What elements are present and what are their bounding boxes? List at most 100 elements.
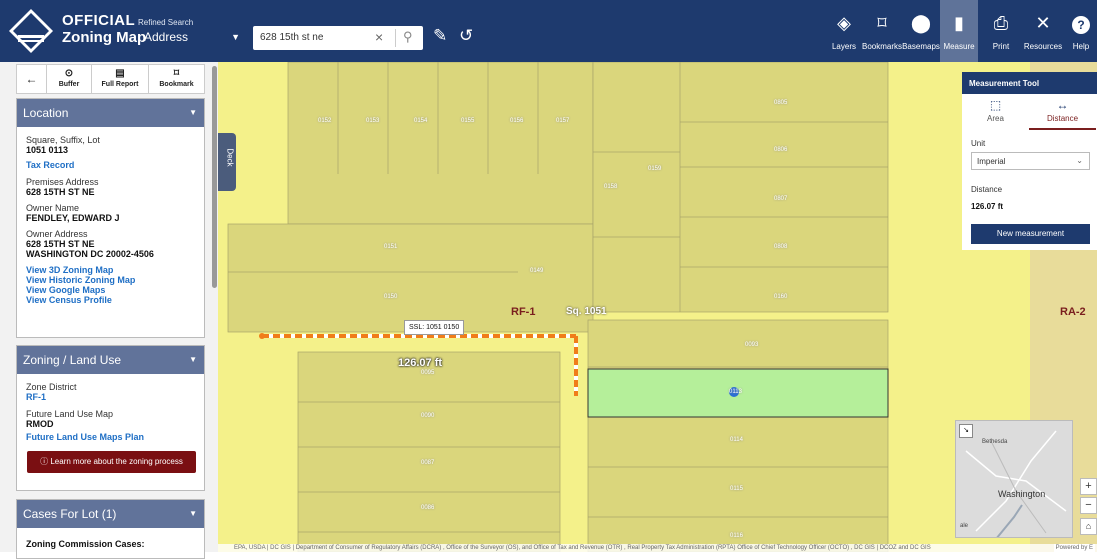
nav-layers[interactable]: ◈ Layers xyxy=(826,0,862,62)
unit-label: Unit xyxy=(971,139,986,148)
chevron-down-icon: ▼ xyxy=(189,509,197,518)
buffer-button[interactable]: ⊙ Buffer xyxy=(47,65,92,93)
location-pin-icon: ⬤ xyxy=(910,13,932,33)
lot-label: 0807 xyxy=(774,196,788,202)
lot-label: 0154 xyxy=(414,118,428,124)
unit-value: Imperial xyxy=(977,157,1006,166)
measurement-label: 126.07 ft xyxy=(398,357,443,369)
home-icon: ⌂ xyxy=(1085,521,1092,531)
full-report-button[interactable]: ▤ Full Report xyxy=(92,65,149,93)
lot-label: 0156 xyxy=(510,118,524,124)
lot-label: 0805 xyxy=(774,100,788,106)
zone-district-label: Zone District xyxy=(26,382,77,392)
zoom-in-button[interactable]: + xyxy=(1080,478,1097,495)
clear-icon[interactable]: × xyxy=(375,29,383,45)
nav-print[interactable]: ⎙ Print xyxy=(984,0,1018,62)
square-label: Sq. 1051 xyxy=(566,306,607,317)
deck-toggle[interactable]: Deck xyxy=(218,133,236,191)
ssl-value: 1051 0113 xyxy=(26,145,69,155)
zone-label-rf1: RF-1 xyxy=(511,306,536,318)
new-measurement-button[interactable]: New measurement xyxy=(971,224,1090,244)
owner-value: FENDLEY, EDWARD J xyxy=(26,213,120,223)
edit-icon[interactable]: ✎ xyxy=(433,26,447,46)
chevron-down-icon: ▼ xyxy=(231,32,240,42)
lot-label: 0155 xyxy=(461,118,475,124)
help-icon: ? xyxy=(1072,16,1090,34)
owner-label: Owner Name xyxy=(26,203,80,213)
lot-label: 0087 xyxy=(421,460,435,466)
unit-select[interactable]: Imperial ⌄ xyxy=(971,152,1090,170)
back-button[interactable]: ← xyxy=(17,65,47,93)
nav-basemaps[interactable]: ⬤ Basemaps xyxy=(902,0,940,62)
search-query[interactable]: 628 15th st ne xyxy=(260,32,323,43)
bookmark-label: Bookmark xyxy=(159,81,194,88)
lot-label: 0151 xyxy=(384,244,398,250)
layers-icon: ◈ xyxy=(837,13,851,33)
history-icon[interactable]: ↺ xyxy=(459,26,473,46)
lot-label: 0095 xyxy=(421,370,435,376)
lot-label: 0086 xyxy=(421,505,435,511)
lot-label: 0114 xyxy=(730,437,743,443)
search-type-select[interactable]: Address ▼ xyxy=(138,27,246,49)
nav-label: Layers xyxy=(831,42,856,51)
sidebar-scrollbar[interactable] xyxy=(212,66,217,288)
location-title: Location xyxy=(23,106,69,120)
nav-help[interactable]: ? Help xyxy=(1066,0,1096,62)
view-3d-zoning-link[interactable]: View 3D Zoning Map xyxy=(26,265,204,275)
deck-label: Deck xyxy=(225,148,235,167)
view-historic-zoning-link[interactable]: View Historic Zoning Map xyxy=(26,275,204,285)
nav-label: Help xyxy=(1072,42,1090,51)
flum-plan-link[interactable]: Future Land Use Maps Plan xyxy=(26,432,204,442)
view-census-profile-link[interactable]: View Census Profile xyxy=(26,295,204,305)
overview-toggle[interactable]: ↘ xyxy=(959,424,973,438)
tab-area-label: Area xyxy=(987,114,1004,123)
zone-label-ra2: RA-2 xyxy=(1060,306,1086,318)
cases-panel: Cases For Lot (1) ▼ Zoning Commission Ca… xyxy=(16,499,205,559)
bookmark-button[interactable]: ⌑ Bookmark xyxy=(149,65,204,93)
flum-value: RMOD xyxy=(26,419,54,429)
tab-distance-label: Distance xyxy=(1046,114,1079,123)
top-bar: OFFICIAL Zoning Map Refined Search Addre… xyxy=(0,0,1097,62)
measurement-tool-panel: Measurement Tool ⬚ Area ↔ Distance Unit … xyxy=(962,72,1097,250)
lot-label: 0806 xyxy=(774,147,788,153)
lot-label: 0153 xyxy=(366,118,380,124)
view-google-maps-link[interactable]: View Google Maps xyxy=(26,285,204,295)
learn-more-label: Learn more about the zoning process xyxy=(50,457,183,466)
zoning-panel: Zoning / Land Use ▼ Zone District RF-1 F… xyxy=(16,345,205,491)
nav-measure[interactable]: ▮ Measure xyxy=(940,0,978,62)
nav-label: Resources xyxy=(1023,42,1063,51)
search-input[interactable]: 628 15th st ne × ⚲ xyxy=(253,26,423,50)
zoning-panel-header[interactable]: Zoning / Land Use ▼ xyxy=(17,346,204,374)
overview-roads xyxy=(965,430,1067,537)
search-icon[interactable]: ⚲ xyxy=(403,29,413,45)
measurement-tool-title: Measurement Tool xyxy=(962,72,1097,94)
printer-icon: ⎙ xyxy=(993,13,1009,33)
tax-record-link[interactable]: Tax Record xyxy=(26,160,204,170)
lot-label: 0808 xyxy=(774,244,788,250)
app-title-line1: OFFICIAL xyxy=(62,12,136,29)
cases-panel-header[interactable]: Cases For Lot (1) ▼ xyxy=(17,500,204,528)
refined-search-label: Refined Search xyxy=(138,18,194,27)
premises-value: 628 15TH ST NE xyxy=(26,187,95,197)
nav-bookmarks[interactable]: ⌑ Bookmarks xyxy=(862,0,902,62)
zone-district-link[interactable]: RF-1 xyxy=(26,392,204,402)
zoom-out-button[interactable]: − xyxy=(1080,497,1097,514)
powered-by: Powered by E xyxy=(1053,544,1095,552)
app-title-line2: Zoning Map xyxy=(62,29,147,46)
overview-map[interactable]: ↘ Bethesda Washington ale xyxy=(955,420,1073,538)
lot-label: 0158 xyxy=(604,184,618,190)
flum-label: Future Land Use Map xyxy=(26,409,114,419)
lot-label: 0090 xyxy=(421,413,435,419)
learn-more-button[interactable]: ⓘ Learn more about the zoning process xyxy=(27,451,196,473)
nav-resources[interactable]: ✕ Resources xyxy=(1022,0,1064,62)
report-icon: ▤ xyxy=(115,68,125,79)
tab-area[interactable]: ⬚ Area xyxy=(962,96,1029,130)
location-panel-header[interactable]: Location ▼ xyxy=(17,99,204,127)
bookmark-icon: ⌑ xyxy=(173,68,180,79)
arrow-left-icon: ← xyxy=(25,72,38,86)
lot-label: 0149 xyxy=(530,268,544,274)
home-button[interactable]: ⌂ xyxy=(1080,518,1097,535)
nav-label: Measure xyxy=(943,42,975,51)
dcoz-logo[interactable] xyxy=(8,8,54,54)
tab-distance[interactable]: ↔ Distance xyxy=(1029,96,1096,130)
